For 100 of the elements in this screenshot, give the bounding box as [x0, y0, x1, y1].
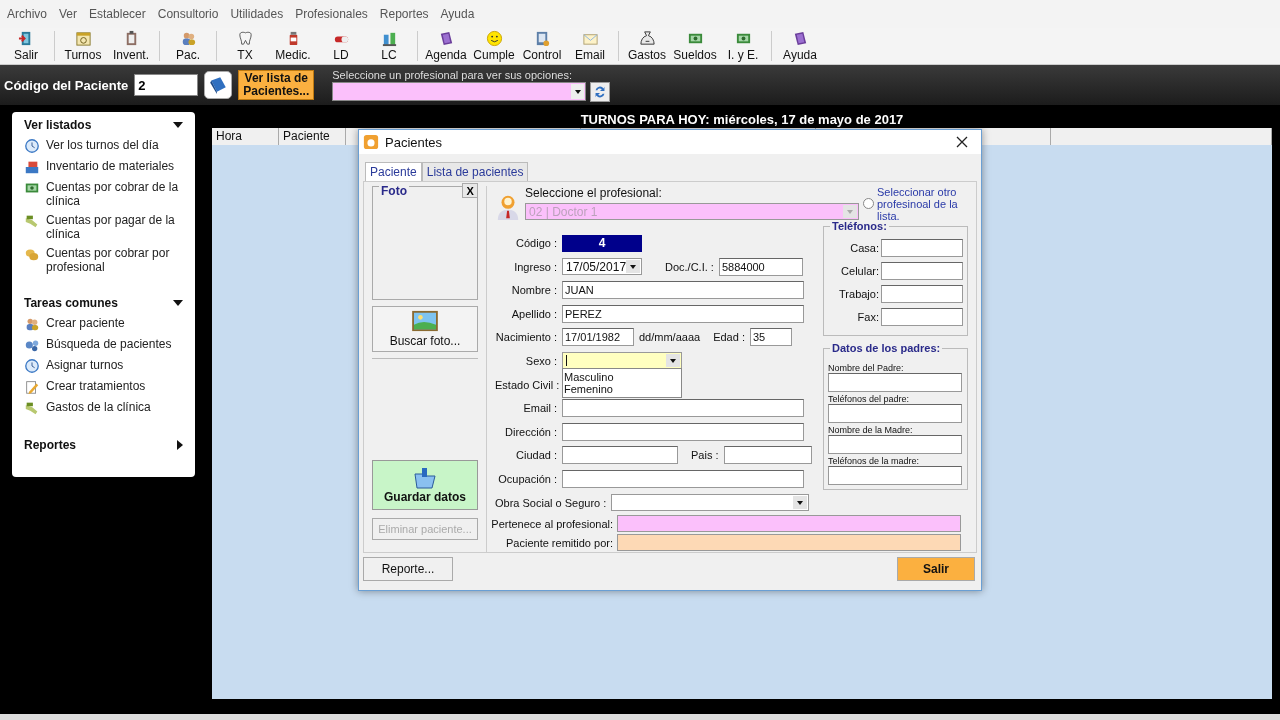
surname-field[interactable]: PEREZ	[562, 304, 804, 323]
section-header[interactable]: Tareas comunes	[24, 296, 183, 310]
field-label: Ciudad :	[515, 449, 557, 462]
boxes-icon	[24, 159, 40, 175]
sidebar-link[interactable]: Cuentas por cobrar por profesional	[24, 246, 183, 274]
date-picker[interactable]: 17/05/2017	[562, 258, 642, 276]
field-label: Celular:	[841, 265, 879, 278]
photo-legend: Foto	[379, 184, 409, 198]
field-label: Sexo :	[524, 354, 557, 367]
exit-button[interactable]: Salir	[897, 557, 975, 581]
menu-item[interactable]: Utilidades	[230, 7, 290, 21]
field-label: Dirección :	[504, 425, 557, 438]
image-icon	[411, 310, 439, 332]
people-icon	[24, 316, 40, 332]
toolbar-button[interactable]: Salir	[2, 28, 50, 64]
name-field[interactable]: JUAN	[562, 281, 804, 300]
toolbar-button[interactable]: Control	[518, 28, 566, 64]
toolbar-button[interactable]: Pac.	[164, 28, 212, 64]
age-field[interactable]: 35	[749, 328, 792, 347]
sidebar-link[interactable]: Crear paciente	[24, 316, 183, 332]
save-button[interactable]: Guardar datos	[372, 460, 479, 510]
field-label: Paciente remitido por:	[505, 536, 613, 549]
sidebar-link[interactable]: Gastos de la clínica	[24, 400, 183, 416]
parent-field[interactable]	[828, 404, 962, 424]
menu-item[interactable]: Establecer	[89, 7, 152, 21]
book-button[interactable]	[204, 71, 233, 99]
toolbar-button[interactable]: Ayuda	[776, 28, 824, 64]
section-header[interactable]: Ver listados	[24, 118, 183, 132]
field-label: Edad :	[713, 331, 745, 344]
toolbar-button[interactable]: Sueldos	[671, 28, 719, 64]
phone-field[interactable]	[881, 239, 963, 258]
toolbar-button[interactable]: Invent.	[107, 28, 155, 64]
sidebar-link[interactable]: Cuentas por cobrar de la clínica	[24, 180, 183, 208]
sidebar-link[interactable]: Ver los turnos del día	[24, 138, 183, 154]
patient-code-field[interactable]: 2	[134, 74, 199, 96]
toolbar-button[interactable]: Gastos	[623, 28, 671, 64]
field-label: Teléfonos del padre:	[828, 394, 911, 405]
field-label: Fax:	[857, 311, 879, 324]
field-label: Doc./C.I. :	[665, 260, 714, 273]
referrer-field[interactable]	[617, 534, 961, 552]
city-field[interactable]	[562, 446, 678, 465]
field-label: Nombre de la Madre:	[828, 425, 914, 436]
insurance-dropdown[interactable]	[611, 494, 810, 512]
parent-field[interactable]	[828, 435, 962, 455]
phone-field[interactable]	[881, 262, 963, 281]
menu-item[interactable]: Reportes	[379, 7, 435, 21]
tab[interactable]: Paciente	[365, 162, 422, 181]
dropdown-option[interactable]: Femenino	[564, 383, 680, 396]
menu-item[interactable]: Profesionales	[295, 7, 374, 21]
country-field[interactable]	[723, 446, 812, 465]
email-field[interactable]	[562, 399, 804, 418]
toolbar-button[interactable]: Medic.	[269, 28, 317, 64]
toolbar-button[interactable]: Email	[566, 28, 614, 64]
browse-photo-button[interactable]: Buscar foto...	[372, 306, 479, 352]
menu-item[interactable]: Ver	[59, 7, 84, 21]
menu-item[interactable]: Archivo	[7, 7, 53, 21]
toolbar-button[interactable]: LD	[317, 28, 365, 64]
remove-photo-button[interactable]: X	[462, 183, 479, 198]
toolbar-button[interactable]: Cumple	[470, 28, 518, 64]
toolbar-button[interactable]: Turnos	[59, 28, 107, 64]
phone-field[interactable]	[881, 285, 963, 304]
professional-label: Seleccione el profesional:	[525, 186, 663, 200]
menu-item[interactable]: Consultorio	[157, 7, 225, 21]
parent-field[interactable]	[828, 466, 962, 486]
sidebar-link[interactable]: Búsqueda de pacientes	[24, 337, 183, 353]
field-label: Código :	[515, 237, 557, 249]
app-icon	[363, 134, 379, 150]
group-legend: Datos de los padres:	[830, 342, 943, 355]
field-label: Nombre del Padre:	[828, 363, 905, 374]
birth-date-field[interactable]: 17/01/1982	[562, 328, 634, 347]
field-label: Nacimiento :	[495, 331, 557, 344]
toolbar-button[interactable]: TX	[221, 28, 269, 64]
toolbar-button[interactable]: LC	[365, 28, 413, 64]
section-header[interactable]: Reportes	[24, 438, 183, 452]
toolbar-button[interactable]: Agenda	[422, 28, 470, 64]
refresh-button[interactable]	[590, 81, 611, 102]
toolbar-button[interactable]: I. y E.	[719, 28, 767, 64]
report-button[interactable]: Reporte...	[363, 557, 453, 581]
field-label: Email :	[522, 402, 557, 415]
sidebar-link[interactable]: Cuentas por pagar de la clínica	[24, 213, 183, 241]
sidebar-link[interactable]: Asignar turnos	[24, 358, 183, 374]
field-label: Obra Social o Seguro :	[495, 496, 607, 509]
field-label: Nombre :	[510, 284, 557, 297]
field-label: Ingreso :	[513, 260, 557, 273]
phone-field[interactable]	[881, 308, 963, 327]
parent-field[interactable]	[828, 373, 962, 393]
occupation-field[interactable]	[562, 469, 804, 488]
patient-list-button[interactable]: Ver lista de Pacientes...	[238, 70, 315, 100]
field-label: Pais :	[691, 449, 719, 462]
document-field[interactable]: 5884000	[718, 257, 803, 276]
field-label: Ocupación :	[497, 472, 557, 485]
tab[interactable]: Lista de pacientes	[421, 162, 529, 181]
sidebar-link[interactable]: Inventario de materiales	[24, 159, 183, 175]
field-label: Trabajo:	[839, 288, 879, 301]
dropdown-option[interactable]: Masculino	[564, 371, 680, 384]
menu-item[interactable]: Ayuda	[440, 7, 481, 21]
field-label: Teléfonos de la madre:	[828, 456, 921, 467]
sidebar-link[interactable]: Crear tratamientos	[24, 379, 183, 395]
clock-icon	[24, 138, 40, 154]
address-field[interactable]	[562, 422, 804, 441]
